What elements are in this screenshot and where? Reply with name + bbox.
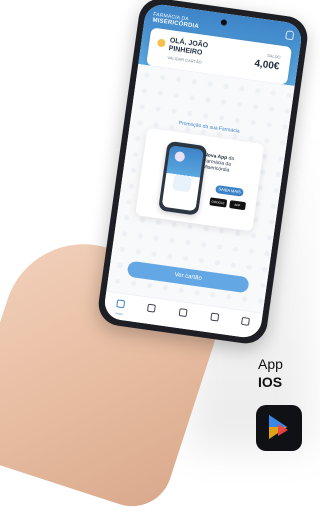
- balance-label: SALDO: [266, 52, 281, 60]
- menu-icon: [241, 316, 251, 326]
- promo-card[interactable]: Nova App da Farmácia da Misericórdia SAI…: [135, 127, 265, 232]
- store-badges: GOOGLE APP STORE: [209, 197, 247, 216]
- promo-badge-icon: [174, 150, 186, 163]
- tab-card-label: [171, 323, 193, 326]
- google-play-badge[interactable]: GOOGLE: [209, 197, 227, 208]
- notification-icon[interactable]: [285, 30, 295, 41]
- tab-offers[interactable]: [139, 301, 163, 322]
- side-label-app: App: [258, 356, 283, 372]
- tag-icon: [147, 303, 157, 313]
- promo-phone-illustration: [158, 140, 208, 216]
- coin-icon: [156, 38, 166, 48]
- tab-rewards[interactable]: [202, 310, 226, 331]
- tab-card[interactable]: [171, 305, 195, 326]
- side-label-ios: IOS: [258, 374, 283, 390]
- tab-rewards-label: [202, 327, 224, 330]
- google-play-icon: [256, 405, 302, 451]
- tab-menu-label: [233, 332, 255, 335]
- promo-text: Nova App da Farmácia da Misericórdia: [202, 152, 252, 177]
- badge-icon: [178, 308, 188, 318]
- app-logo: FARMÁCIA DA MISERICÓRDIA: [152, 12, 200, 30]
- gift-icon: [209, 312, 219, 322]
- app-store-badge[interactable]: APP STORE: [228, 200, 247, 216]
- tab-home[interactable]: Início: [108, 296, 132, 317]
- tab-menu[interactable]: [233, 314, 257, 335]
- home-icon: [115, 299, 126, 309]
- home-body: Promoção da sua Farmácia Nova App da Far…: [106, 63, 295, 314]
- play-triangle-right: [278, 424, 288, 436]
- promo-phone-screen: [161, 145, 204, 212]
- promo-content-block: [172, 174, 193, 193]
- tab-home-label: Início: [115, 311, 123, 317]
- tab-offers-label: [139, 319, 161, 322]
- camera-hole: [220, 19, 228, 26]
- promo-cta-button[interactable]: SAIBA MAIS: [215, 184, 244, 197]
- balance-value: 4,00€: [253, 58, 280, 73]
